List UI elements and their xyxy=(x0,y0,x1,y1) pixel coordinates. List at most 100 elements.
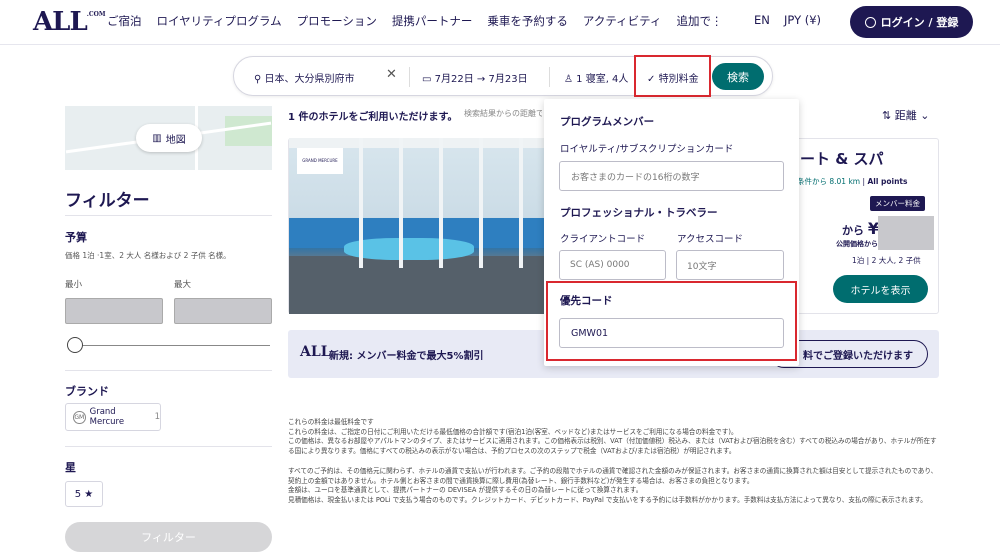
date-to: 7月23日 xyxy=(488,74,528,85)
hotel-distance: 条件から 8.01 km | All points xyxy=(797,176,907,187)
divider xyxy=(65,446,272,447)
main-nav: ご宿泊 ロイヤリティプログラム プロモーション 提携パートナー 乗車を予約する … xyxy=(107,13,737,29)
disclaimer-line: これらの料金は、ご指定の日付にご利用いただける最低価格の合計額です(宿泊1泊(客… xyxy=(288,427,738,436)
nav-item-rides[interactable]: 乗車を予約する xyxy=(487,13,568,29)
location-field[interactable]: ⚲ 日本、大分県別府市 xyxy=(254,70,355,85)
hotel-name[interactable]: ート & スパ xyxy=(800,148,884,169)
client-code-label: クライアントコード xyxy=(560,234,646,245)
star-filter-chip[interactable]: 5 ★ xyxy=(65,481,103,507)
brand-chip-count: 1 xyxy=(154,412,160,422)
chevron-down-icon: ⌄ xyxy=(920,109,930,122)
nav-item-partners[interactable]: 提携パートナー xyxy=(392,13,473,29)
sort-label: 距離 xyxy=(894,109,917,122)
photo-ceiling xyxy=(289,138,545,148)
max-price-label: 最大 xyxy=(174,280,192,290)
highlight-box-preferred-code xyxy=(546,281,797,361)
price-from: から ¥ xyxy=(842,219,879,238)
map-button-label: 地図 xyxy=(165,134,186,146)
loyalty-card-label: ロイヤルティ/サブスクリプションカード xyxy=(560,144,734,155)
max-price-input[interactable] xyxy=(174,298,272,324)
client-code-input[interactable]: SC (AS) 0000 xyxy=(559,250,666,280)
arrow-right-icon: → xyxy=(476,74,486,85)
grand-mercure-logo: GRAND MERCURE xyxy=(297,148,343,174)
star-heading: 星 xyxy=(65,461,76,474)
all-points-label: All points xyxy=(867,177,908,186)
brand-heading: ブランド xyxy=(65,385,109,398)
nav-item-stays[interactable]: ご宿泊 xyxy=(107,13,142,29)
person-icon: ♙ xyxy=(564,74,573,85)
member-rate-badge: メンバー料金 xyxy=(870,196,925,211)
photo-window-frame xyxy=(519,138,523,268)
disclaimer-line: 金額は、ユーロを基準通貨として、提携パートナーの DEVISEA が提供するその… xyxy=(288,486,643,495)
result-sort-note: 検索結果からの距離で xyxy=(464,109,542,118)
show-hotel-button[interactable]: ホテルを表示 xyxy=(833,275,928,303)
photo-window-frame xyxy=(479,138,483,268)
min-price-input[interactable] xyxy=(65,298,163,324)
per-night-note: 1泊 | 2 大人, 2 子供 xyxy=(852,256,921,265)
price-slider-track[interactable] xyxy=(72,345,270,346)
brand-chip-label: Grand Mercure xyxy=(89,407,125,427)
all-promo-logo: ALL xyxy=(300,344,331,360)
disclaimer-line: これらの料金は最低料金です xyxy=(288,418,374,426)
location-text: 日本、大分県別府市 xyxy=(264,74,355,85)
apply-filter-button[interactable]: フィルター xyxy=(65,522,272,552)
price-disclaimer: これらの料金は最低料金です これらの料金は、ご指定の日付にご利用いただける最低価… xyxy=(288,418,939,506)
divider xyxy=(65,370,272,371)
highlight-box-special-rate xyxy=(634,55,711,97)
budget-heading: 予算 xyxy=(65,231,87,244)
logo-suffix: .COM xyxy=(86,11,106,18)
distance-text: 条件から 8.01 km xyxy=(797,177,861,186)
result-count: 1 件のホテルをご利用いただけます。 xyxy=(288,112,458,123)
filter-heading: フィルター xyxy=(65,191,150,211)
disclaimer-line: すべてのご予約は、その価格元に関わらず、ホテルの通貨で支払いが行われます。ご予約… xyxy=(288,466,938,485)
rooms-guests-field[interactable]: ♙ 1 寝室, 4人 xyxy=(564,70,628,85)
photo-window-frame xyxy=(439,138,443,268)
promo-text: 新規: メンバー料金で最大5%割引 xyxy=(329,351,484,362)
access-code-label: アクセスコード xyxy=(677,234,744,245)
nav-item-more[interactable]: 追加で⋮ xyxy=(676,13,722,29)
login-label: ログイン / 登録 xyxy=(880,16,959,29)
price-redacted xyxy=(878,216,934,250)
date-from: 7月22日 xyxy=(434,74,474,85)
program-member-heading: プログラムメンバー xyxy=(560,116,655,128)
distance-separator: | xyxy=(862,177,866,186)
user-icon xyxy=(864,16,876,28)
budget-note: 価格 1泊 ·1室、2 大人 名様および 2 子供 名様。 xyxy=(65,251,231,260)
min-price-label: 最小 xyxy=(65,280,83,290)
login-button[interactable]: ログイン / 登録 xyxy=(850,6,973,38)
price-from-label: から xyxy=(842,224,864,237)
nav-item-promotions[interactable]: プロモーション xyxy=(297,13,377,29)
map-park xyxy=(225,116,272,146)
professional-traveler-heading: プロフェッショナル・トラベラー xyxy=(560,207,718,219)
disclaimer-line: この価格は、異なるお部屋やアパルトマンのタイプ、またはサービスに適用されます。こ… xyxy=(288,437,937,456)
nav-item-activities[interactable]: アクティビティ xyxy=(583,13,662,29)
date-field[interactable]: ▭ 7月22日 → 7月23日 xyxy=(422,70,528,85)
photo-pool xyxy=(344,238,474,260)
photo-floor xyxy=(289,256,545,314)
calendar-icon: ▭ xyxy=(422,74,432,85)
nav-item-loyalty[interactable]: ロイヤリティプログラム xyxy=(157,13,282,29)
brand-filter-chip[interactable]: GM Grand Mercure 1 xyxy=(65,403,161,431)
map-icon: ▥ xyxy=(152,132,162,144)
public-price-label: 公開価格から xyxy=(836,240,878,248)
location-pin-icon: ⚲ xyxy=(254,74,262,85)
all-logo[interactable]: ALL.COM xyxy=(33,7,105,37)
divider xyxy=(65,215,272,216)
map-button[interactable]: ▥ 地図 xyxy=(136,124,202,152)
access-code-input[interactable]: 10文字 xyxy=(676,250,784,280)
rooms-text: 1 寝室, 4人 xyxy=(576,74,629,85)
grand-mercure-icon: GM xyxy=(73,410,86,424)
loyalty-card-input[interactable]: お客さまのカードの16桁の数字 xyxy=(559,161,784,191)
photo-window-frame xyxy=(359,138,363,268)
price-slider-handle[interactable] xyxy=(67,337,83,353)
search-button[interactable]: 検索 xyxy=(712,63,764,90)
sort-dropdown[interactable]: ⇅ 距離 ⌄ xyxy=(882,107,929,123)
language-selector[interactable]: EN xyxy=(754,13,770,27)
photo-window-frame xyxy=(399,138,403,268)
sort-icon: ⇅ xyxy=(882,109,892,122)
disclaimer-line: 見積価格は、現金払いまたは POLi で支払う場合のものです。クレジットカード、… xyxy=(288,495,927,504)
currency-selector[interactable]: JPY (¥) xyxy=(784,13,821,27)
divider xyxy=(409,67,410,87)
clear-location-icon[interactable]: ✕ xyxy=(386,67,397,82)
divider xyxy=(549,67,550,87)
